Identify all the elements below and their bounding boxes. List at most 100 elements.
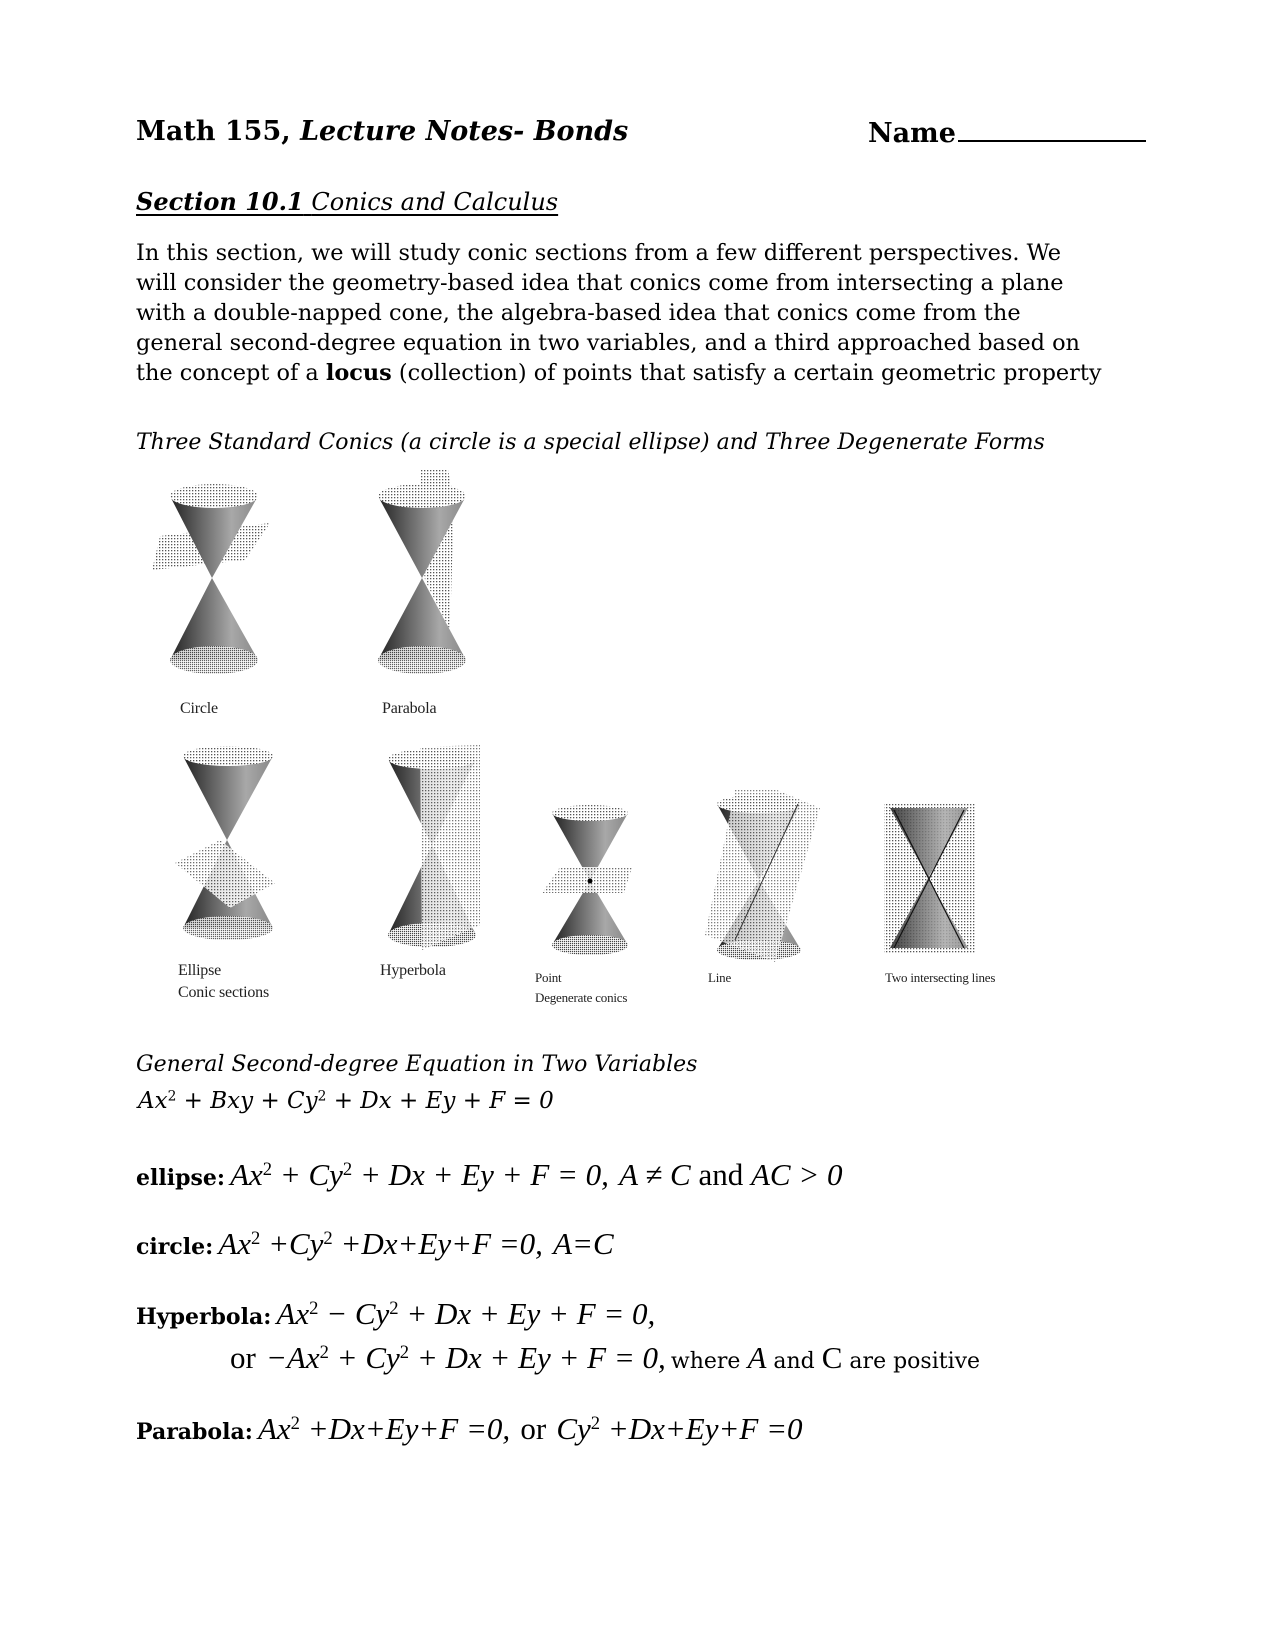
section-title: Conics and Calculus	[311, 188, 559, 216]
eq-term: Ax	[257, 1411, 291, 1446]
parabola-cone-figure	[370, 470, 500, 685]
hyperbola-note: where A and C are positive	[670, 1340, 981, 1375]
eq-term: Ax	[276, 1296, 310, 1331]
intersection-point	[587, 878, 593, 884]
hyperbola-form-row-alt: or −Ax2 + Cy2 + Dx + Ey + F = 0, where A…	[230, 1340, 980, 1376]
hyperbola-label: Hyperbola:	[136, 1304, 272, 1330]
lower-nappe-base	[552, 935, 628, 955]
eq-term: −Ax	[266, 1340, 320, 1375]
lower-nappe-base	[183, 916, 273, 940]
parabola-label: Parabola:	[136, 1419, 253, 1445]
eq-exponent: 2	[319, 1341, 329, 1363]
eq-term: Ax	[218, 1226, 252, 1261]
hyperbola-equation-2: −Ax2 + Cy2 + Dx + Ey + F = 0,	[266, 1340, 666, 1375]
note-var: C	[821, 1340, 843, 1375]
parabola-or: or	[520, 1411, 547, 1446]
figure-label-ellipse: Ellipse	[178, 962, 222, 979]
eq-exponent: 2	[399, 1341, 410, 1363]
eq-term: + Dx + Ey + F = 0	[326, 1088, 554, 1114]
hyperbola-form-row: Hyperbola: Ax2 − Cy2 + Dx + Ey + F = 0,	[136, 1296, 655, 1332]
eq-term: + Bxy + Cy	[176, 1088, 318, 1114]
eq-exponent: 2	[389, 1297, 399, 1319]
eq-exponent: 2	[262, 1158, 273, 1180]
eq-term: + Dx + Ey + F = 0,	[352, 1157, 609, 1192]
cutting-plane	[175, 840, 275, 908]
ellipse-condition-1: A ≠ C	[619, 1157, 691, 1192]
hyperbola-or: or	[230, 1340, 256, 1375]
intro-line: In this section, we will study conic sec…	[136, 240, 1062, 266]
note-text: are positive	[842, 1349, 981, 1374]
general-equation-heading: General Second-degree Equation in Two Va…	[136, 1052, 698, 1077]
lower-nappe-base	[170, 646, 258, 674]
figure-label-point: Point	[535, 970, 562, 985]
figure-sublabel-conic-sections: Conic sections	[178, 984, 269, 1001]
intro-paragraph: In this section, we will study conic sec…	[136, 238, 1136, 388]
ellipse-condition-and: and	[690, 1157, 751, 1192]
eq-term: + Cy	[272, 1157, 343, 1192]
parabola-equation-1: Ax2 +Dx+Ey+F =0,	[258, 1411, 510, 1446]
name-label: Name	[868, 118, 956, 149]
intro-line: will consider the geometry-based idea th…	[136, 270, 1064, 296]
eq-term: Ax	[230, 1157, 263, 1192]
section-number: Section 10.1	[136, 187, 304, 216]
eq-term: +Cy	[260, 1226, 324, 1261]
name-blank-line	[957, 116, 1146, 142]
general-equation: Ax2 + Bxy + Cy2 + Dx + Ey + F = 0	[138, 1088, 554, 1114]
upper-nappe	[183, 756, 273, 840]
ellipse-condition-2: AC > 0	[750, 1157, 843, 1192]
circle-condition: A=C	[553, 1226, 614, 1261]
eq-term: +Dx+Ey+F =0,	[299, 1411, 511, 1446]
eq-term: +Dx+Ey+F =0,	[332, 1226, 543, 1261]
locus-term: locus	[325, 360, 392, 386]
eq-term: Ax	[138, 1088, 168, 1114]
circle-form-row: circle: Ax2 +Cy2 +Dx+Ey+F =0, A=C	[136, 1226, 614, 1262]
course-label: Math 155,	[136, 116, 291, 147]
figure-label-two-lines: Two intersecting lines	[885, 970, 996, 985]
eq-term: − Cy	[318, 1296, 390, 1331]
note-text: where	[670, 1349, 748, 1374]
ellipse-form-row: ellipse: Ax2 + Cy2 + Dx + Ey + F = 0, A …	[136, 1157, 843, 1193]
eq-exponent: 2	[290, 1412, 300, 1434]
upper-nappe-rim	[170, 484, 258, 508]
eq-term: Cy	[556, 1411, 591, 1446]
parabola-form-row: Parabola: Ax2 +Dx+Ey+F =0, or Cy2 +Dx+Ey…	[136, 1411, 803, 1447]
ellipse-equation: Ax2 + Cy2 + Dx + Ey + F = 0,	[230, 1157, 609, 1192]
figure-caption: Three Standard Conics (a circle is a spe…	[136, 430, 1045, 455]
figure-label-circle: Circle	[180, 700, 218, 717]
intro-line: the concept of a locus (collection) of p…	[136, 358, 1136, 388]
hyperbola-equation-1: Ax2 − Cy2 + Dx + Ey + F = 0,	[276, 1296, 655, 1331]
intro-text: (collection) of points that satisfy a ce…	[391, 360, 1102, 386]
hyperbola-cone-figure	[380, 745, 490, 955]
line-cone-figure	[705, 790, 825, 965]
figure-label-line: Line	[708, 970, 732, 985]
eq-exponent: 2	[342, 1158, 353, 1180]
eq-exponent: 2	[323, 1227, 333, 1249]
ellipse-cone-figure	[175, 746, 285, 948]
section-heading: Section 10.1 Conics and Calculus	[136, 187, 558, 216]
eq-exponent: 2	[590, 1412, 601, 1434]
parabola-equation-2: Cy2 +Dx+Ey+F =0	[556, 1411, 802, 1446]
two-lines-cone-figure	[880, 798, 980, 963]
doc-title: Lecture Notes- Bonds	[300, 116, 629, 147]
cutting-plane	[542, 867, 632, 893]
circle-label: circle:	[136, 1234, 214, 1260]
eq-term: +Dx+Ey+F =0	[600, 1411, 803, 1446]
circle-cone-figure	[150, 478, 280, 683]
eq-term: + Cy	[328, 1340, 400, 1375]
upper-nappe-rim	[378, 484, 466, 508]
intro-line: with a double-napped cone, the algebra-b…	[136, 300, 1021, 326]
note-text: and	[766, 1349, 822, 1374]
figure-label-parabola: Parabola	[382, 700, 437, 717]
eq-term: + Dx + Ey + F = 0,	[409, 1340, 666, 1375]
eq-exponent: 2	[251, 1227, 261, 1249]
ellipse-label: ellipse:	[136, 1165, 225, 1191]
name-field: Name	[868, 116, 1146, 149]
document-title: Math 155, Lecture Notes- Bonds	[136, 116, 628, 147]
note-var: A	[747, 1340, 767, 1375]
cutting-plane	[705, 790, 820, 962]
intro-line: general second-degree equation in two va…	[136, 330, 1080, 356]
upper-nappe-rim	[183, 746, 273, 766]
figure-label-hyperbola: Hyperbola	[380, 962, 446, 979]
eq-term: + Dx + Ey + F = 0,	[398, 1296, 656, 1331]
cutting-plane	[420, 745, 480, 950]
